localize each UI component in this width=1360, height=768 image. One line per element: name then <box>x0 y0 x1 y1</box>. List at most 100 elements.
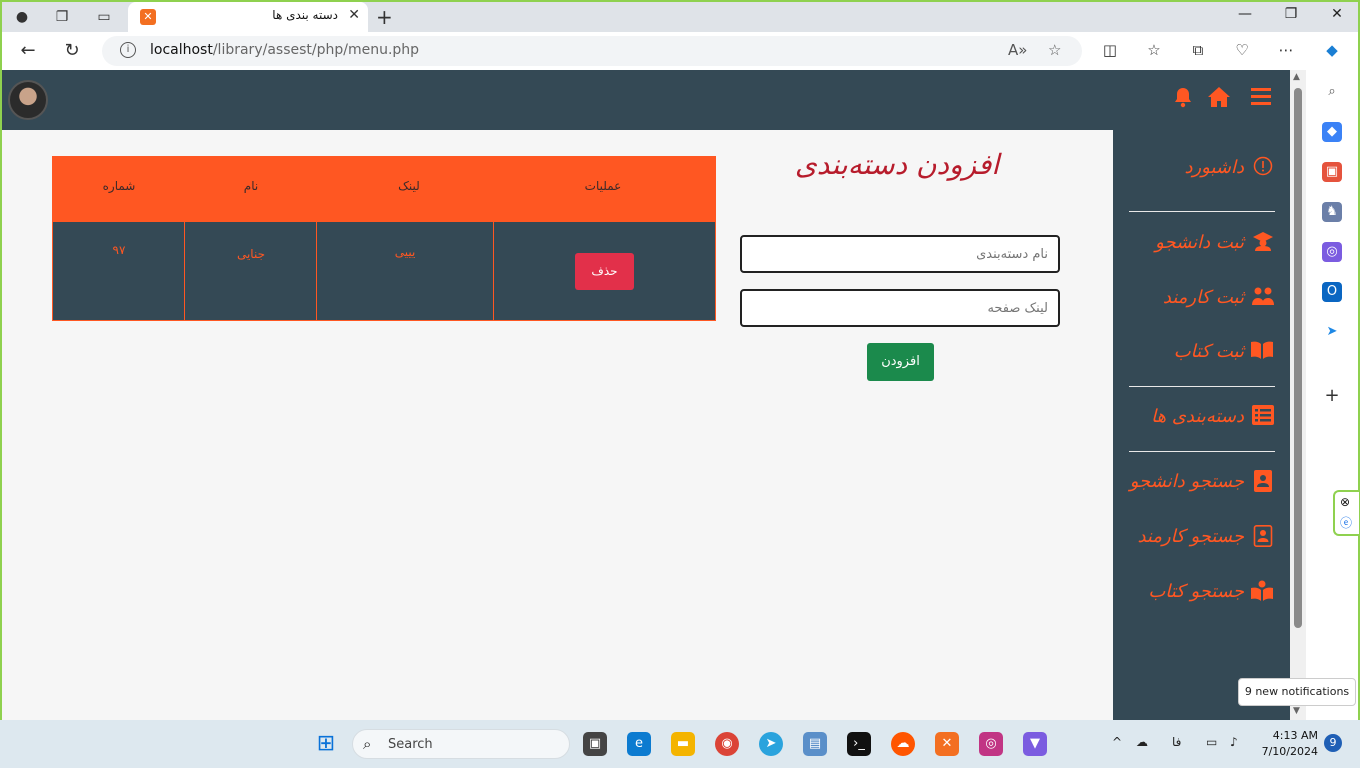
tab-categories[interactable]: ✕ دسته بندی ها ✕ <box>128 2 368 32</box>
tab-title: دسته بندی ها <box>272 8 338 22</box>
site-info-icon[interactable]: i <box>120 42 136 58</box>
taskbar: ⊞ ⌕ Search ▣ e ▬ ◉ ➤ ▤ ›_ ☁ ✕ ◎ ▼ ^ ☁ فا… <box>0 720 1360 768</box>
close-tab-icon[interactable]: ✕ <box>348 7 360 23</box>
search-icon[interactable]: ⌕ <box>1322 82 1342 102</box>
extension-e-icon[interactable]: ⓔ <box>1340 514 1352 531</box>
favorite-star-icon[interactable]: ☆ <box>1048 41 1061 59</box>
top-navbar <box>2 70 1290 130</box>
tab-strip: ● ❐ ▭ ✕ دسته بندی ها ✕ + — ❐ ✕ <box>2 2 1358 32</box>
chrome-icon[interactable]: ◉ <box>715 732 739 756</box>
url-text[interactable]: localhost/library/assest/php/menu.php <box>150 42 419 58</box>
shopping-tag-icon[interactable]: ◆ <box>1322 122 1342 142</box>
table-header: عملیات لینک نام شماره <box>53 157 715 222</box>
users-icon <box>1252 286 1274 308</box>
control-panel-icon[interactable]: ▤ <box>803 732 827 756</box>
page-scrollbar[interactable]: ▲ ▼ <box>1290 70 1306 720</box>
vpn-icon[interactable]: ▼ <box>1023 732 1047 756</box>
telegram-icon[interactable]: ➤ <box>759 732 783 756</box>
collections-icon[interactable]: ⧉ <box>1186 41 1210 59</box>
close-extension-icon[interactable]: ⊗ <box>1340 495 1350 509</box>
profile-icon[interactable]: ● <box>12 7 32 27</box>
restore-button[interactable]: ❐ <box>1276 6 1306 22</box>
sidebar-item-search-employee[interactable]: جستجو کارمند <box>1137 521 1274 551</box>
sidebar-divider <box>1129 451 1275 452</box>
sidebar-item-categories[interactable]: دسته‌بندی ها <box>1151 401 1274 431</box>
dashboard-icon <box>1252 156 1274 178</box>
book-icon <box>1251 340 1274 362</box>
windows-start-icon[interactable]: ⊞ <box>314 732 338 756</box>
sidebar-item-register-book[interactable]: ثبت کتاب <box>1174 336 1274 366</box>
xampp-icon[interactable]: ✕ <box>935 732 959 756</box>
sidebar-item-search-student[interactable]: جستجو دانشجو <box>1130 466 1274 496</box>
back-icon[interactable]: ← <box>16 40 40 61</box>
floating-extension[interactable]: ⊗ ⓔ <box>1333 490 1359 536</box>
notification-badge[interactable]: 9 <box>1324 734 1342 752</box>
new-tab-button[interactable]: + <box>376 5 393 29</box>
favorites-icon[interactable]: ☆ <box>1142 41 1166 59</box>
microsoft365-icon[interactable]: ◎ <box>1322 242 1342 262</box>
header-number: شماره <box>102 179 136 193</box>
add-button[interactable]: افزودن <box>867 343 934 381</box>
task-view-icon[interactable]: ▣ <box>583 732 607 756</box>
workspaces-icon[interactable]: ❐ <box>52 7 72 27</box>
web-page: داشبورد ثبت دانشجو ثبت کارمند ثبت کتاب د… <box>2 70 1290 720</box>
sidebar-item-dashboard[interactable]: داشبورد <box>1184 152 1274 182</box>
avatar[interactable] <box>8 80 48 120</box>
bell-icon[interactable] <box>1170 86 1196 115</box>
read-aloud-icon[interactable]: A» <box>1008 41 1027 59</box>
graduate-icon <box>1252 231 1274 253</box>
more-menu-icon[interactable]: ⋯ <box>1274 41 1298 59</box>
language-indicator[interactable]: فا <box>1172 735 1181 749</box>
menu-hamburger-icon[interactable] <box>1248 86 1274 112</box>
address-bar[interactable]: i localhost/library/assest/php/menu.php … <box>102 36 1082 66</box>
contact-book-icon <box>1252 470 1274 492</box>
close-window-button[interactable]: ✕ <box>1322 6 1352 22</box>
add-sidebar-icon[interactable]: + <box>1322 386 1342 406</box>
send-icon[interactable]: ➤ <box>1322 322 1342 342</box>
taskbar-search[interactable]: ⌕ Search <box>352 729 570 759</box>
sidebar-item-register-student[interactable]: ثبت دانشجو <box>1155 227 1274 257</box>
column-divider <box>316 222 317 320</box>
column-divider <box>184 222 185 320</box>
network-icon[interactable]: ▭ <box>1206 735 1217 749</box>
file-explorer-icon[interactable]: ▬ <box>671 732 695 756</box>
toolbox-icon[interactable]: ▣ <box>1322 162 1342 182</box>
clock[interactable]: 4:13 AM 7/10/2024 <box>1258 728 1318 760</box>
soundcloud-icon[interactable]: ☁ <box>891 732 915 756</box>
cell-number: ۹۷ <box>112 243 126 257</box>
edge-icon[interactable]: e <box>627 732 651 756</box>
terminal-icon[interactable]: ›_ <box>847 732 871 756</box>
column-divider <box>493 222 494 320</box>
outlook-icon[interactable]: O <box>1322 282 1342 302</box>
navigation-bar: ← ↻ i localhost/library/assest/php/menu.… <box>2 32 1358 70</box>
search-icon: ⌕ <box>363 735 372 753</box>
refresh-icon[interactable]: ↻ <box>60 40 84 61</box>
copilot-icon[interactable]: ◆ <box>1320 41 1344 59</box>
header-name: نام <box>243 179 259 193</box>
home-icon[interactable] <box>1206 86 1232 115</box>
sidebar-item-register-employee[interactable]: ثبت کارمند <box>1163 282 1274 312</box>
header-link: لینک <box>398 179 420 193</box>
scroll-up-icon[interactable]: ▲ <box>1293 72 1300 82</box>
split-screen-icon[interactable]: ◫ <box>1098 41 1122 59</box>
volume-icon[interactable]: ♪ <box>1230 735 1238 749</box>
page-link-input[interactable] <box>740 289 1060 327</box>
games-icon[interactable]: ♞ <box>1322 202 1342 222</box>
sidebar: داشبورد ثبت دانشجو ثبت کارمند ثبت کتاب د… <box>1113 130 1290 720</box>
notification-toast[interactable]: 9 new notifications <box>1238 678 1356 706</box>
cell-name: جنایی <box>236 247 266 261</box>
delete-button[interactable]: حذف <box>575 253 634 290</box>
sidebar-item-search-book[interactable]: جستجو کتاب <box>1148 576 1274 606</box>
category-name-input[interactable] <box>740 235 1060 273</box>
browser-essentials-icon[interactable]: ♡ <box>1230 41 1254 59</box>
categories-table: عملیات لینک نام شماره حذف یییی جنایی ۹۷ <box>52 156 716 321</box>
minimize-button[interactable]: — <box>1230 6 1260 22</box>
show-hidden-icons-icon[interactable]: ^ <box>1112 735 1122 749</box>
scroll-thumb[interactable] <box>1294 88 1302 628</box>
tab-actions-icon[interactable]: ▭ <box>94 7 114 27</box>
instagram-icon[interactable]: ◎ <box>979 732 1003 756</box>
sidebar-divider <box>1129 386 1275 387</box>
address-book-icon <box>1252 525 1274 547</box>
scroll-down-icon[interactable]: ▼ <box>1293 706 1300 716</box>
onedrive-icon[interactable]: ☁ <box>1136 735 1148 749</box>
